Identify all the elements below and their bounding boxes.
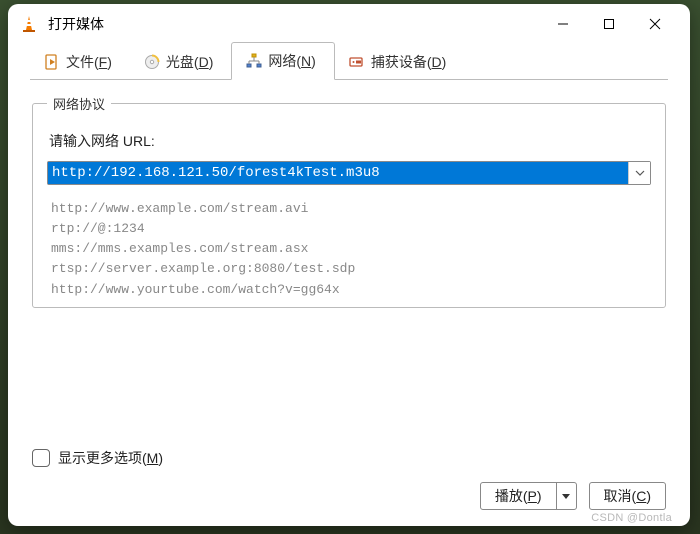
play-button-dropdown[interactable] bbox=[556, 483, 576, 509]
play-button-label: 播放 bbox=[495, 486, 523, 506]
cancel-button-label: 取消 bbox=[604, 488, 632, 504]
more-options-hotkey: M bbox=[147, 450, 159, 466]
more-options-checkbox[interactable] bbox=[32, 449, 50, 467]
tab-network[interactable]: 网络(N) bbox=[231, 42, 334, 80]
tab-network-hotkey: N bbox=[301, 53, 311, 69]
dialog-window: 打开媒体 文件(F) 光盘(D) 网络(N) bbox=[8, 4, 690, 526]
network-icon bbox=[246, 53, 262, 69]
tab-network-label: 网络 bbox=[268, 53, 296, 69]
more-options-checkbox-row[interactable]: 显示更多选项(M) bbox=[32, 448, 163, 468]
url-label: 请输入网络 URL: bbox=[49, 131, 651, 151]
tab-disc[interactable]: 光盘(D) bbox=[130, 44, 231, 80]
file-play-icon bbox=[44, 54, 60, 70]
tab-file[interactable]: 文件(F) bbox=[30, 44, 130, 80]
more-options-label: 显示更多选项 bbox=[58, 450, 142, 466]
url-input[interactable] bbox=[48, 162, 628, 184]
close-button[interactable] bbox=[632, 8, 678, 40]
capture-device-icon bbox=[349, 54, 365, 70]
minimize-button[interactable] bbox=[540, 8, 586, 40]
play-button[interactable]: 播放(P) bbox=[480, 482, 577, 510]
watermark: CSDN @Dontla bbox=[591, 512, 672, 524]
tab-bar: 文件(F) 光盘(D) 网络(N) 捕获设备(D) bbox=[8, 44, 690, 80]
combo-dropdown-arrow[interactable] bbox=[628, 162, 650, 184]
disc-icon bbox=[144, 54, 160, 70]
titlebar: 打开媒体 bbox=[8, 4, 690, 44]
play-button-hotkey: P bbox=[528, 488, 537, 504]
cancel-button[interactable]: 取消(C) bbox=[589, 482, 666, 510]
maximize-button[interactable] bbox=[586, 8, 632, 40]
tab-capture-hotkey: D bbox=[432, 54, 442, 70]
network-protocol-group: 网络协议 请输入网络 URL: http://www.example.com/s… bbox=[32, 94, 666, 308]
cancel-button-hotkey: C bbox=[636, 488, 646, 504]
window-title: 打开媒体 bbox=[48, 14, 530, 34]
url-examples: http://www.example.com/stream.avi rtp://… bbox=[51, 199, 647, 300]
url-combobox[interactable] bbox=[47, 161, 651, 185]
vlc-cone-icon bbox=[20, 15, 38, 33]
tab-disc-label: 光盘 bbox=[166, 54, 194, 70]
tab-capture-label: 捕获设备 bbox=[371, 54, 427, 70]
group-title: 网络协议 bbox=[47, 94, 111, 113]
tab-capture[interactable]: 捕获设备(D) bbox=[335, 44, 464, 80]
tab-disc-hotkey: D bbox=[199, 54, 209, 70]
tab-file-label: 文件 bbox=[66, 54, 94, 70]
tab-file-hotkey: F bbox=[99, 54, 108, 70]
